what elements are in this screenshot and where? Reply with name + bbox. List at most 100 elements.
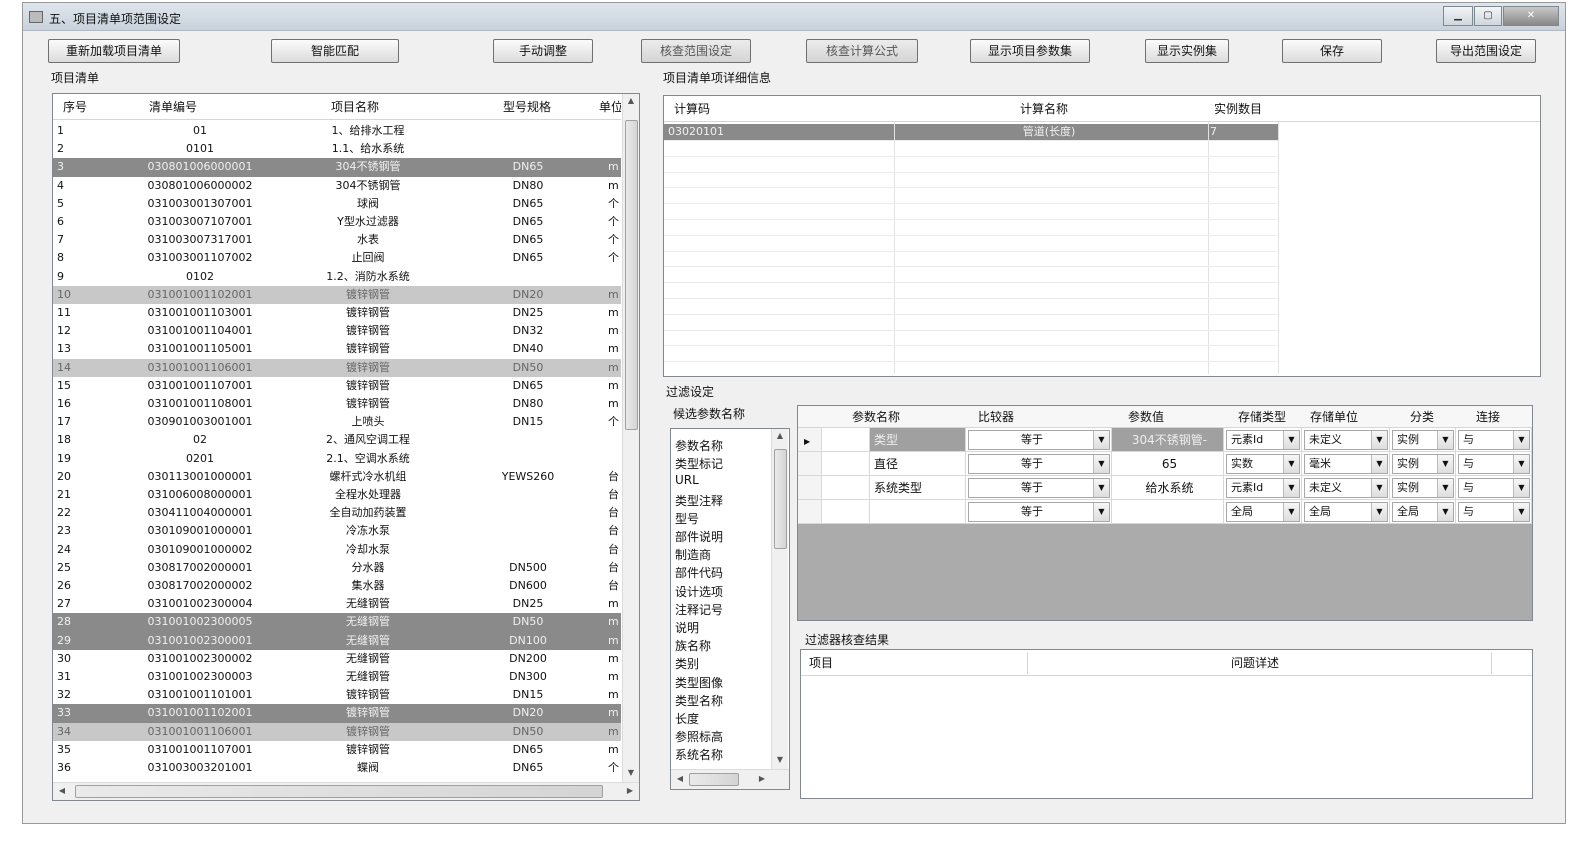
table-row[interactable]: 9 0102 1.2、消防水系统 [53,268,621,286]
table-row[interactable]: 23 030109001000001 冷冻水泵 台 [53,522,621,540]
candidate-param-list[interactable]: 参数名称 类型标记 URL 类型注释 型号 部件说明 制造商 部件代码 设计选项 注释记号 说明 族名… [670,428,790,790]
storage-type-combo[interactable]: 全局 ▼ [1226,502,1300,522]
filter-cell[interactable]: 304不锈钢管- [1112,428,1224,452]
candidate-item[interactable]: 类别 [675,655,699,672]
col-header-index[interactable]: 序号 [63,94,87,120]
filter-cell[interactable]: 实数 ▼ [1224,452,1302,476]
connector-combo[interactable]: 与 ▼ [1458,478,1530,498]
storage-unit-combo[interactable]: 全局 ▼ [1304,502,1388,522]
table-row[interactable]: 27 031001002300004 无缝钢管 DN25 m [53,595,621,613]
table-row[interactable]: 29 031001002300001 无缝钢管 DN100 m [53,631,621,650]
category-combo[interactable]: 全局 ▼ [1392,502,1454,522]
storage-type-combo[interactable]: 元素Id ▼ [1226,478,1300,498]
table-row[interactable]: 28 031001002300005 无缝钢管 DN50 m [53,613,621,632]
table-row[interactable]: 19 0201 2.1、空调水系统 [53,450,621,468]
table-row[interactable]: 10 031001001102001 镀锌钢管 DN20 m [53,285,621,304]
dropdown-arrow-icon[interactable]: ▼ [1371,455,1387,473]
filter-cell[interactable]: 与 ▼ [1456,500,1532,524]
cand-scroll-right-icon[interactable]: ▶ [757,774,767,783]
table-row[interactable]: 14 031001001106001 镀锌钢管 DN50 m [53,358,621,377]
table-row[interactable]: 15 031001001107001 镀锌钢管 DN65 m [53,377,621,395]
table-row[interactable]: 6 031003007107001 Y型水过滤器 DN65 个 [53,213,621,231]
dropdown-arrow-icon[interactable]: ▼ [1093,455,1109,473]
show-params-button[interactable]: 显示项目参数集 [970,39,1090,63]
table-row[interactable]: 2 0101 1.1、给水系统 [53,140,621,158]
filter-cell[interactable]: 全局 ▼ [1390,500,1456,524]
filter-cell[interactable]: 类型 [870,428,966,452]
filter-row[interactable]: 直径 等于 ▼ 65 实数 ▼ 毫米 ▼ 实例 ▼ 与 ▼ [798,452,1532,476]
candidate-item[interactable]: 部件说明 [675,528,723,545]
dropdown-arrow-icon[interactable]: ▼ [1283,455,1299,473]
filter-row[interactable]: 系统类型 等于 ▼ 给水系统 元素Id ▼ 未定义 ▼ 实例 ▼ 与 ▼ [798,476,1532,500]
col-header-name[interactable]: 项目名称 [331,94,379,120]
show-instances-button[interactable]: 显示实例集 [1145,39,1229,63]
table-row[interactable]: 11 031001001103001 镀锌钢管 DN25 m [53,304,621,322]
col-header-comparator[interactable]: 比较器 [978,406,1014,428]
table-row[interactable]: 1 01 1、给排水工程 [53,122,621,140]
detail-table[interactable]: 计算码 计算名称 实例数目 03020101 管道(长度) 7 [663,95,1541,377]
filter-cell[interactable]: 与 ▼ [1456,476,1532,500]
table-row[interactable]: 13 031001001105001 镀锌钢管 DN40 m [53,340,621,358]
filter-cell[interactable]: 全局 ▼ [1302,500,1390,524]
candidate-item[interactable]: 制造商 [675,546,711,563]
table-row[interactable]: 31 031001002300003 无缝钢管 DN300 m [53,668,621,686]
table-row[interactable]: 26 030817002000002 集水器 DN600 台 [53,577,621,595]
filter-cell[interactable]: 未定义 ▼ [1302,476,1390,500]
filter-cell[interactable]: 实例 ▼ [1390,452,1456,476]
dropdown-arrow-icon[interactable]: ▼ [1437,455,1453,473]
filter-cell[interactable]: 全局 ▼ [1224,500,1302,524]
filter-cell[interactable]: 等于 ▼ [966,476,1112,500]
candidate-item[interactable]: 类型注释 [675,492,723,509]
col-header-issue-detail[interactable]: 问题详述 [1231,650,1279,676]
candidate-item[interactable]: 类型名称 [675,692,723,709]
dropdown-arrow-icon[interactable]: ▼ [1513,479,1529,497]
dropdown-arrow-icon[interactable]: ▼ [1093,479,1109,497]
candidate-item[interactable]: 参数名称 [675,437,723,454]
scroll-thumb[interactable] [625,120,638,430]
comparator-combo[interactable]: 等于 ▼ [968,502,1110,522]
project-list-vscroll[interactable]: ▲ ▼ [622,94,639,782]
result-table[interactable]: 项目 问题详述 [800,649,1533,799]
minimize-button[interactable]: ▁ [1443,6,1473,26]
storage-type-combo[interactable]: 元素Id ▼ [1226,430,1300,450]
connector-combo[interactable]: 与 ▼ [1458,502,1530,522]
scroll-up-icon[interactable]: ▲ [623,96,639,105]
col-header-category[interactable]: 分类 [1410,406,1434,428]
close-button[interactable]: ✕ [1503,6,1559,26]
filter-cell[interactable]: 等于 ▼ [966,452,1112,476]
hscroll-thumb[interactable] [75,785,603,798]
connector-combo[interactable]: 与 ▼ [1458,430,1530,450]
filter-grid[interactable]: 参数名称 比较器 参数值 存储类型 存储单位 分类 连接 ▶ 类型 等于 ▼ 304不锈… [797,405,1533,621]
table-row[interactable]: 25 030817002000001 分水器 DN500 台 [53,559,621,577]
cand-scroll-left-icon[interactable]: ◀ [675,774,685,783]
col-header-storage-unit[interactable]: 存储单位 [1310,406,1358,428]
cand-scroll-thumb[interactable] [774,449,787,549]
dropdown-arrow-icon[interactable]: ▼ [1513,455,1529,473]
connector-combo[interactable]: 与 ▼ [1458,454,1530,474]
comparator-combo[interactable]: 等于 ▼ [968,478,1110,498]
col-header-spec[interactable]: 型号规格 [503,94,551,120]
candidate-item[interactable]: URL [675,473,699,487]
candidate-item[interactable]: 长度 [675,710,699,727]
export-range-button[interactable]: 导出范围设定 [1436,39,1536,63]
filter-row[interactable]: 等于 ▼ 全局 ▼ 全局 ▼ 全局 ▼ 与 ▼ [798,500,1532,524]
table-row[interactable]: 20 030113001000001 螺杆式冷水机组 YEWS260 台 [53,468,621,486]
filter-cell[interactable] [870,500,966,524]
dropdown-arrow-icon[interactable]: ▼ [1093,503,1109,521]
table-row[interactable]: 35 031001001107001 镀锌钢管 DN65 m [53,741,621,759]
candidate-item[interactable]: 类型标记 [675,455,723,472]
filter-cell[interactable]: 直径 [870,452,966,476]
dropdown-arrow-icon[interactable]: ▼ [1437,503,1453,521]
dropdown-arrow-icon[interactable]: ▼ [1371,431,1387,449]
col-header-param-value[interactable]: 参数值 [1128,406,1164,428]
candidate-vscroll[interactable]: ▲ ▼ [771,429,788,769]
category-combo[interactable]: 实例 ▼ [1392,454,1454,474]
dropdown-arrow-icon[interactable]: ▼ [1437,431,1453,449]
candidate-item[interactable]: 族名称 [675,637,711,654]
col-header-param-name[interactable]: 参数名称 [852,406,900,428]
dropdown-arrow-icon[interactable]: ▼ [1513,431,1529,449]
table-row[interactable]: 8 031003001107002 止回阀 DN65 个 [53,249,621,267]
candidate-item[interactable]: 部件代码 [675,564,723,581]
table-row[interactable]: 34 031001001106001 镀锌钢管 DN50 m [53,722,621,741]
filter-cell[interactable]: 65 [1112,452,1224,476]
